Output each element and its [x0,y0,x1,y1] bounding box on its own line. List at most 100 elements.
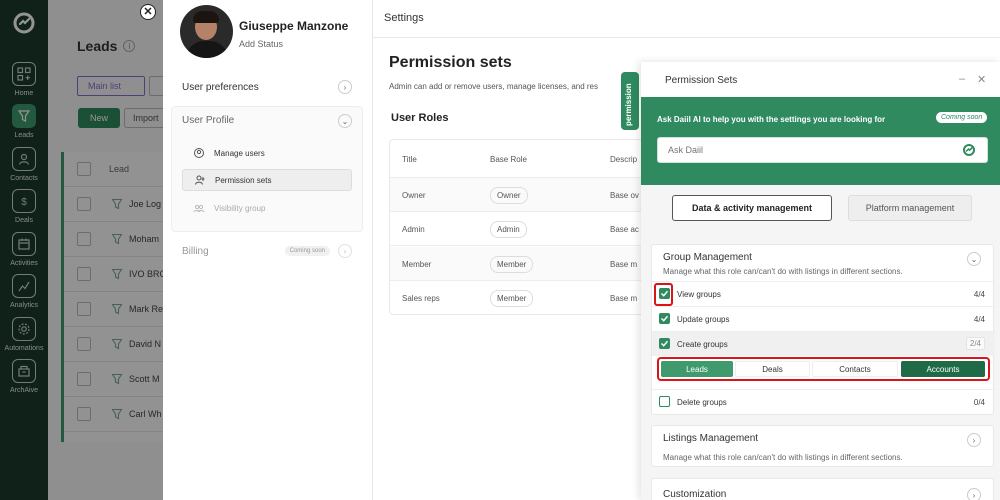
add-status-link[interactable]: Add Status [239,39,283,49]
section-description: Manage what this role can/can't do with … [663,453,903,462]
table-row[interactable]: IVO BRO [64,257,163,292]
customization-section[interactable]: Customization › [651,478,994,500]
menu-user-preferences[interactable]: User preferences › [182,80,352,94]
row-checkbox[interactable] [77,267,91,281]
table-row[interactable]: Owner Owner Base ov [390,178,648,212]
close-settings-button[interactable]: ✕ [140,4,156,20]
chip-contacts[interactable]: Contacts [812,361,898,377]
role-description: Base ac [610,225,639,234]
lead-column-header: Lead [109,164,130,174]
lead-name: Moham [129,234,160,244]
sidebar-item-label: Activities [10,260,38,267]
ai-logo-icon[interactable] [962,143,976,157]
menu-item-label: Visibility group [214,203,266,213]
role-title: Owner [402,191,426,200]
table-row[interactable]: Moham [64,222,163,257]
settings-header-title: Settings [384,12,424,24]
ask-ai-input[interactable] [657,137,988,163]
update-groups-checkbox[interactable] [659,313,670,324]
avatar[interactable] [180,5,233,58]
table-row[interactable]: Mark Re [64,292,163,327]
select-all-checkbox[interactable] [77,162,91,176]
base-role-badge: Member [490,290,534,307]
sidebar-item-deals[interactable]: $ Deals [0,189,48,224]
user-gear-icon [194,148,204,158]
permission-sets-modal: Permission Sets – ✕ Ask Daiil AI to help… [641,62,1000,500]
sidebar-item-label: Automations [4,345,44,352]
row-checkbox[interactable] [77,337,91,351]
role-title: Member [402,260,432,269]
table-row[interactable]: Scott M [64,362,163,397]
chevron-down-icon[interactable]: ⌄ [967,252,981,266]
check-icon [660,315,669,322]
permission-side-tab[interactable]: permission [621,72,639,130]
menu-item-label: Billing [182,245,209,257]
sidebar-item-label: Home [14,90,34,97]
menu-visibility-group[interactable]: Visibility group [182,197,352,219]
chip-deals[interactable]: Deals [735,361,810,377]
new-lead-button[interactable]: New [78,108,120,128]
tab-platform-management[interactable]: Platform management [848,195,972,221]
page-description: Admin can add or remove users, manage li… [389,82,598,91]
leads-table-header: Lead [64,152,163,187]
row-checkbox[interactable] [77,197,91,211]
import-button[interactable]: Import [124,108,163,128]
table-row[interactable]: David N [64,327,163,362]
lead-name: IVO BRO [129,269,163,279]
perm-row-delete-groups[interactable]: Delete groups 0/4 [652,389,995,415]
row-checkbox[interactable] [77,302,91,316]
perm-count: 0/4 [973,398,985,407]
create-groups-checkbox[interactable] [659,338,670,349]
sidebar-item-activities[interactable]: Activities [0,232,48,267]
sidebar-item-leads[interactable]: Leads [0,104,48,139]
table-row[interactable]: Sales reps Member Base m [390,281,648,314]
group-management-section: Group Management Manage what this role c… [651,244,995,415]
menu-manage-users[interactable]: Manage users [182,142,352,164]
leads-page-title: Leads i [77,38,136,54]
chip-leads[interactable]: Leads [661,361,733,377]
perm-row-view-groups[interactable]: View groups 4/4 [652,281,995,306]
table-row[interactable]: Joe Log [64,187,163,222]
perm-count: 2/4 [965,337,985,350]
row-checkbox[interactable] [77,407,91,421]
table-row[interactable]: Admin Admin Base ac [390,212,648,246]
lead-funnel-icon [111,198,123,210]
delete-groups-checkbox[interactable] [659,396,670,407]
list-dropdown[interactable] [149,76,163,96]
perm-row-create-groups[interactable]: Create groups 2/4 [652,331,995,356]
role-description: Base ov [610,191,639,200]
table-row[interactable]: Member Member Base m [390,247,648,281]
permission-user-icon [195,175,205,185]
sidebar-item-analytics[interactable]: Analytics [0,274,48,309]
menu-item-label: Manage users [214,148,265,158]
close-icon[interactable]: ✕ [977,73,986,86]
modal-title: Permission Sets [665,75,738,86]
base-role-badge: Member [490,256,534,273]
perm-label: Delete groups [677,398,727,407]
chevron-right-icon[interactable]: › [967,433,981,447]
user-profile-heading[interactable]: User Profile [182,115,234,126]
section-title: Group Management [663,252,752,263]
highlight-box [654,283,673,306]
listings-management-section[interactable]: Listings Management Manage what this rol… [651,425,994,467]
lead-funnel-icon [111,233,123,245]
chevron-down-icon[interactable]: ⌄ [338,114,352,128]
main-list-selector[interactable]: Main list [77,76,145,96]
sidebar-item-contacts[interactable]: Contacts [0,147,48,182]
chevron-right-icon[interactable]: › [967,488,981,500]
menu-permission-sets[interactable]: Permission sets [182,169,352,191]
table-row[interactable]: Carl Wh [64,397,163,432]
sidebar-item-archive[interactable]: ArchAive [0,359,48,394]
row-checkbox[interactable] [77,372,91,386]
row-checkbox[interactable] [77,232,91,246]
lead-funnel-icon [111,373,123,385]
minimize-icon[interactable]: – [959,73,965,85]
perm-row-update-groups[interactable]: Update groups 4/4 [652,306,995,331]
menu-billing[interactable]: Billing Coming soon › [182,244,352,258]
tab-data-activity-management[interactable]: Data & activity management [672,195,832,221]
chip-accounts[interactable]: Accounts [901,361,985,377]
info-icon: i [123,40,136,52]
sidebar-item-automations[interactable]: Automations [0,317,48,352]
app-logo-icon[interactable] [11,10,37,36]
sidebar-item-home[interactable]: Home [0,62,48,97]
